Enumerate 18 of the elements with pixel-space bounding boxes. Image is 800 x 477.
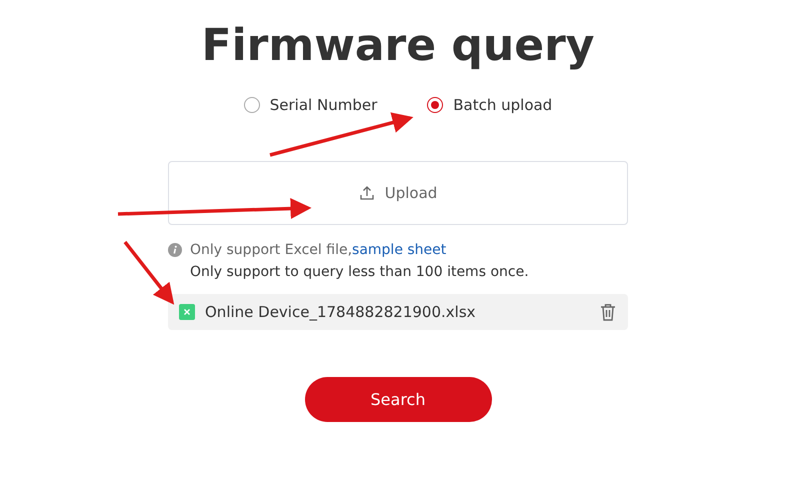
radio-label: Serial Number bbox=[270, 96, 378, 114]
radio-button[interactable] bbox=[427, 97, 444, 113]
upload-icon bbox=[358, 185, 375, 201]
radio-label: Batch upload bbox=[453, 96, 552, 114]
page-title: Firmware query bbox=[202, 19, 594, 73]
annotation-arrow bbox=[124, 240, 174, 305]
file-name: Online Device_1784882821900.xlsx bbox=[205, 303, 477, 321]
trash-icon[interactable] bbox=[600, 303, 616, 321]
sample-sheet-link[interactable]: sample sheet bbox=[352, 242, 446, 258]
limit-text: Only support to query less than 100 items once. bbox=[190, 264, 530, 280]
search-button[interactable]: Search bbox=[304, 377, 492, 422]
radio-option[interactable]: Batch upload bbox=[427, 96, 552, 114]
upload-area[interactable]: Upload bbox=[168, 161, 628, 225]
info-icon bbox=[168, 243, 182, 257]
info-text: Only support Excel file, bbox=[190, 242, 352, 258]
radio-button[interactable] bbox=[244, 97, 260, 113]
radio-option[interactable]: Serial Number bbox=[244, 96, 378, 114]
spreadsheet-icon bbox=[179, 304, 195, 320]
